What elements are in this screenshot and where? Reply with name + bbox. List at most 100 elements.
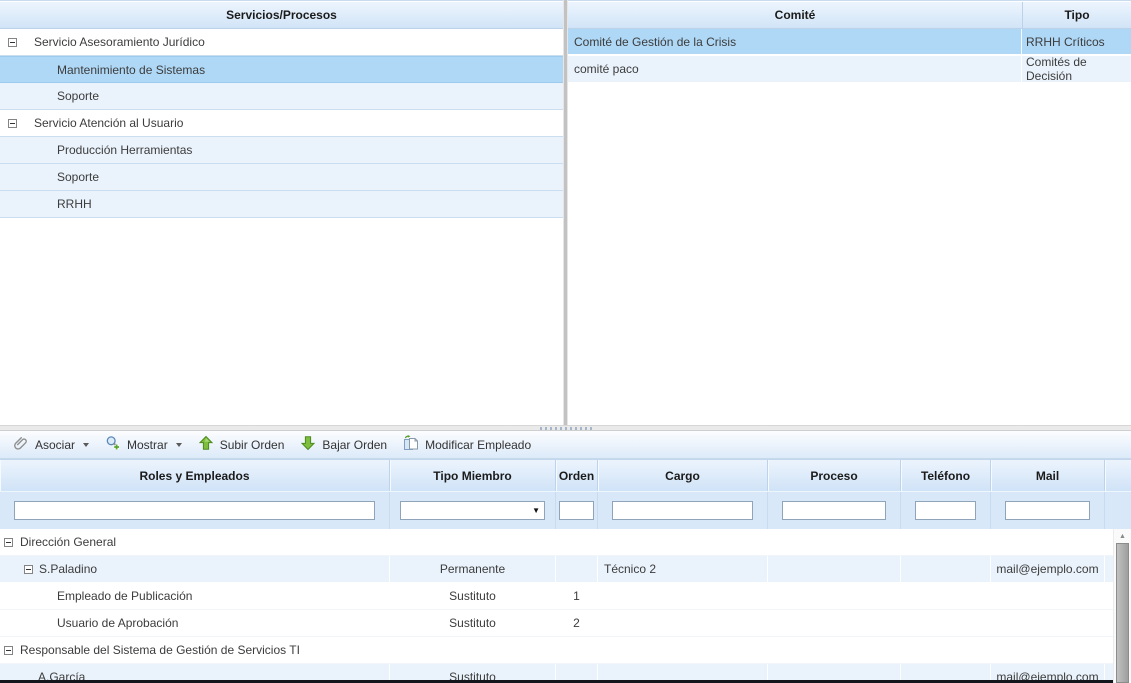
cell-roles: Usuario de Aprobación [0, 610, 390, 636]
mail-filter-input[interactable] [1005, 501, 1090, 520]
scroll-up-arrow-icon[interactable]: ▲ [1114, 529, 1131, 543]
tipo-miembro-filter-select[interactable]: ▼ [400, 501, 545, 520]
arrow-up-icon [198, 435, 214, 454]
modificar-empleado-button[interactable]: Modificar Empleado [396, 432, 540, 457]
column-header-roles: Roles y Empleados [0, 460, 390, 491]
row-label: Responsable del Sistema de Gestión de Se… [20, 643, 300, 657]
cell-cargo [598, 583, 768, 609]
cell-proceso [768, 637, 901, 663]
roles-grid-header: Roles y Empleados Tipo Miembro Orden Car… [0, 459, 1131, 491]
filter-cell [0, 492, 390, 529]
roles-grid-filter-row: ▼ [0, 491, 1131, 529]
cell-orden [556, 556, 598, 582]
cell-comite: comité paco [568, 56, 1022, 82]
tree-item-label: Servicio Atención al Usuario [34, 116, 183, 130]
tree-item-soporte-2[interactable]: Soporte [0, 164, 563, 191]
tree-item-soporte-1[interactable]: Soporte [0, 83, 563, 110]
row-label: S.Paladino [39, 562, 97, 576]
cell-filler [1105, 529, 1113, 555]
cell-orden [556, 529, 598, 555]
bajar-orden-label: Bajar Orden [322, 438, 387, 452]
column-header-tipo: Tipo [1022, 2, 1131, 28]
collapse-icon[interactable] [8, 38, 17, 47]
cargo-filter-input[interactable] [612, 501, 753, 520]
column-header-orden: Orden [556, 460, 598, 491]
cell-tipo: Comités de Decisión [1022, 55, 1131, 83]
tree-item-rrhh[interactable]: RRHH [0, 191, 563, 218]
filter-cell [768, 492, 901, 529]
bajar-orden-button[interactable]: Bajar Orden [293, 432, 396, 457]
tree-item-mantenimiento-sistemas[interactable]: Mantenimiento de Sistemas [0, 56, 563, 83]
cell-roles: Responsable del Sistema de Gestión de Se… [0, 637, 390, 663]
arrow-down-icon [300, 435, 316, 454]
scrollbar-thumb[interactable] [1116, 543, 1129, 683]
committee-row[interactable]: Comité de Gestión de la Crisis RRHH Crít… [568, 29, 1131, 56]
telefono-filter-input[interactable] [915, 501, 976, 520]
subir-orden-label: Subir Orden [220, 438, 285, 452]
cell-filler [1105, 556, 1113, 582]
cell-telefono [901, 583, 991, 609]
dropdown-caret-icon [176, 443, 182, 447]
collapse-icon[interactable] [4, 538, 13, 547]
search-plus-icon [105, 435, 121, 454]
collapse-icon[interactable] [8, 119, 17, 128]
select-caret-icon: ▼ [532, 507, 540, 515]
tree-item-servicio-asesoramiento[interactable]: Servicio Asesoramiento Jurídico [0, 29, 563, 56]
row-label: Dirección General [20, 535, 116, 549]
roles-filter-input[interactable] [14, 501, 375, 520]
application-window: Servicios/Procesos Servicio Asesoramient… [0, 0, 1131, 683]
grid-row-s-paladino[interactable]: S.Paladino Permanente Técnico 2 mail@eje… [0, 556, 1113, 583]
cell-tipo: RRHH Críticos [1022, 35, 1131, 49]
column-header-telefono: Teléfono [901, 460, 991, 491]
grid-row-direccion-general[interactable]: Dirección General [0, 529, 1113, 556]
cell-mail [991, 583, 1105, 609]
cell-cargo [598, 637, 768, 663]
cell-mail [991, 637, 1105, 663]
cell-cargo [598, 529, 768, 555]
filter-cell [901, 492, 991, 529]
cell-orden: 2 [556, 610, 598, 636]
tree-item-label: RRHH [57, 197, 92, 211]
tree-item-label: Producción Herramientas [57, 143, 192, 157]
mostrar-button[interactable]: Mostrar [98, 432, 191, 457]
filter-cell [991, 492, 1105, 529]
vertical-scrollbar[interactable]: ▲ [1113, 529, 1131, 683]
grid-row-responsable-sgsti[interactable]: Responsable del Sistema de Gestión de Se… [0, 637, 1113, 664]
cell-proceso [768, 556, 901, 582]
services-panel: Servicios/Procesos Servicio Asesoramient… [0, 0, 563, 425]
tree-item-label: Servicio Asesoramiento Jurídico [34, 35, 205, 49]
orden-filter-input[interactable] [559, 501, 594, 520]
tree-item-label: Mantenimiento de Sistemas [57, 63, 205, 77]
roles-toolbar: Asociar Mostrar Subir Orden Bajar Orden [0, 431, 1131, 459]
cell-tipo-miembro: Sustituto [390, 583, 556, 609]
dropdown-caret-icon [83, 443, 89, 447]
tree-item-produccion-herramientas[interactable]: Producción Herramientas [0, 137, 563, 164]
cell-proceso [768, 610, 901, 636]
grid-row-usuario-aprobacion[interactable]: Usuario de Aprobación Sustituto 2 [0, 610, 1113, 637]
edit-copy-icon [403, 435, 419, 454]
column-header-filler [1105, 460, 1131, 491]
cell-telefono [901, 556, 991, 582]
grid-row-empleado-publicacion[interactable]: Empleado de Publicación Sustituto 1 [0, 583, 1113, 610]
committee-panel: Comité Tipo Comité de Gestión de la Cris… [568, 0, 1131, 425]
filter-cell: ▼ [390, 492, 556, 529]
asociar-label: Asociar [35, 438, 75, 452]
cell-telefono [901, 610, 991, 636]
cell-telefono [901, 637, 991, 663]
committee-row[interactable]: comité paco Comités de Decisión [568, 56, 1131, 83]
proceso-filter-input[interactable] [782, 501, 886, 520]
mostrar-label: Mostrar [127, 438, 168, 452]
cell-roles: S.Paladino [0, 556, 390, 582]
asociar-button[interactable]: Asociar [6, 432, 98, 457]
collapse-icon[interactable] [24, 565, 33, 574]
cell-orden [556, 637, 598, 663]
filter-cell [1105, 492, 1131, 529]
column-header-comite: Comité [568, 2, 1022, 28]
column-header-mail: Mail [991, 460, 1105, 491]
collapse-icon[interactable] [4, 646, 13, 655]
cell-roles: Empleado de Publicación [0, 583, 390, 609]
tree-item-servicio-atencion[interactable]: Servicio Atención al Usuario [0, 110, 563, 137]
subir-orden-button[interactable]: Subir Orden [191, 432, 294, 457]
cell-tipo-miembro: Permanente [390, 556, 556, 582]
cell-mail [991, 610, 1105, 636]
